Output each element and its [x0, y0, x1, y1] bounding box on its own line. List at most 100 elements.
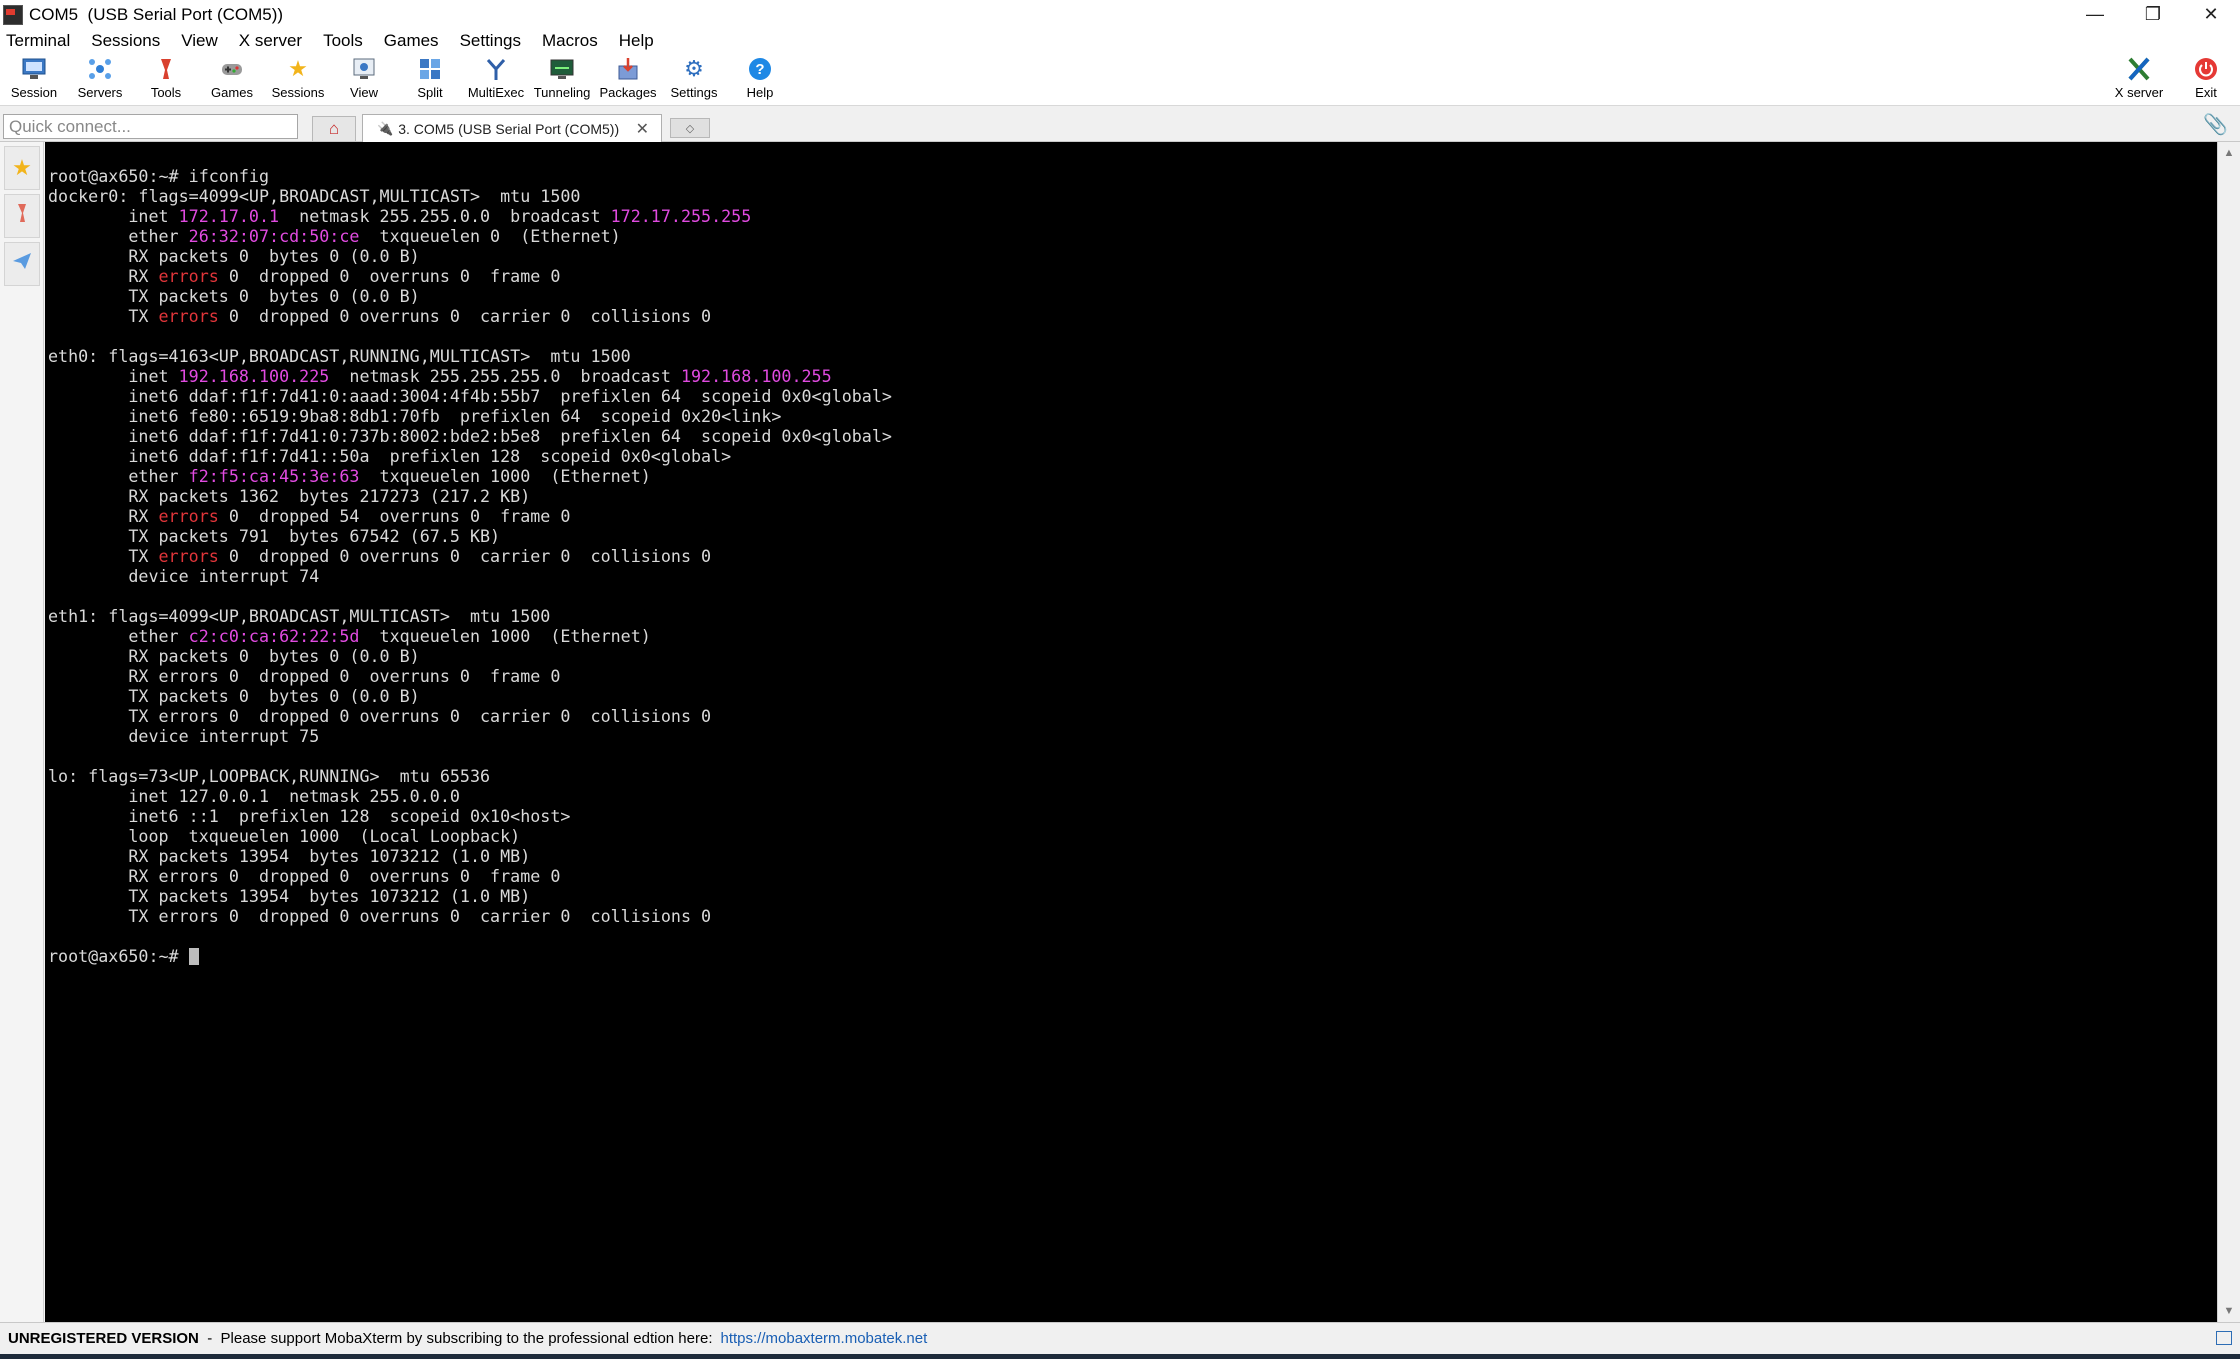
terminal-line: device interrupt 75: [48, 726, 2217, 746]
terminal-text: RX: [48, 266, 159, 286]
session-button[interactable]: Session: [1, 55, 67, 105]
settings-button[interactable]: ⚙ Settings: [661, 55, 727, 105]
status-bar: UNREGISTERED VERSION - Please support Mo…: [0, 1322, 2240, 1354]
terminal-text: eth1: flags=4099<UP,BROADCAST,MULTICAST>…: [48, 606, 551, 626]
quick-connect-input[interactable]: Quick connect...: [3, 114, 298, 139]
toolbar: Session Servers Tools Games ★ Sessions V…: [0, 53, 2240, 106]
tab-close-icon[interactable]: ✕: [636, 119, 649, 139]
notification-icon[interactable]: [2216, 1331, 2232, 1345]
exit-button[interactable]: Exit: [2173, 55, 2239, 105]
paperclip-icon[interactable]: 📎: [2203, 112, 2228, 137]
terminal-line: TX packets 0 bytes 0 (0.0 B): [48, 286, 2217, 306]
terminal-line: inet6 fe80::6519:9ba8:8db1:70fb prefixle…: [48, 406, 2217, 426]
terminal-text: RX packets 1362 bytes 217273 (217.2 KB): [48, 486, 531, 506]
terminal-scrollbar[interactable]: ▲ ▼: [2217, 142, 2240, 1322]
terminal-text: loop txqueuelen 1000 (Local Loopback): [48, 826, 521, 846]
terminal-text: inet6 fe80::6519:9ba8:8db1:70fb prefixle…: [48, 406, 782, 426]
terminal-text: ether: [48, 466, 189, 486]
menu-games[interactable]: Games: [384, 31, 439, 51]
terminal-highlight: errors: [158, 266, 219, 286]
packages-button[interactable]: Packages: [595, 55, 661, 105]
menu-view[interactable]: View: [181, 31, 218, 51]
terminal-text: TX packets 791 bytes 67542 (67.5 KB): [48, 526, 501, 546]
terminal-text: TX packets 0 bytes 0 (0.0 B): [48, 286, 420, 306]
tools-button[interactable]: Tools: [133, 55, 199, 105]
menu-x-server[interactable]: X server: [239, 31, 302, 51]
terminal-text: txqueuelen 0 (Ethernet): [359, 226, 621, 246]
terminal-line: RX packets 0 bytes 0 (0.0 B): [48, 646, 2217, 666]
terminal-text: txqueuelen 1000 (Ethernet): [359, 626, 651, 646]
restore-button[interactable]: ❐: [2124, 0, 2182, 29]
terminal-line: inet 192.168.100.225 netmask 255.255.255…: [48, 366, 2217, 386]
menu-help[interactable]: Help: [619, 31, 654, 51]
x-server-button[interactable]: X server: [2106, 55, 2172, 105]
games-button[interactable]: Games: [199, 55, 265, 105]
scroll-down-icon[interactable]: ▼: [2218, 1302, 2240, 1320]
terminal-line: TX errors 0 dropped 0 overruns 0 carrier…: [48, 546, 2217, 566]
terminal-text: TX packets 0 bytes 0 (0.0 B): [48, 686, 420, 706]
terminal-line: inet6 ::1 prefixlen 128 scopeid 0x10<hos…: [48, 806, 2217, 826]
games-icon: [218, 55, 246, 83]
terminal-highlight: errors: [158, 546, 219, 566]
terminal-line: loop txqueuelen 1000 (Local Loopback): [48, 826, 2217, 846]
terminal-text: RX packets 0 bytes 0 (0.0 B): [48, 246, 420, 266]
taskbar-edge: [0, 1354, 2240, 1359]
help-button[interactable]: ? Help: [727, 55, 793, 105]
sessions-button[interactable]: ★ Sessions: [265, 55, 331, 105]
terminal-text: lo: flags=73<UP,LOOPBACK,RUNNING> mtu 65…: [48, 766, 491, 786]
menu-settings[interactable]: Settings: [460, 31, 521, 51]
new-tab-button[interactable]: ◇: [670, 118, 710, 138]
packages-icon: [614, 55, 642, 83]
terminal-text: RX errors 0 dropped 0 overruns 0 frame 0: [48, 866, 561, 886]
mobaxterm-link[interactable]: https://mobaxterm.mobatek.net: [721, 1330, 928, 1347]
view-button[interactable]: View: [331, 55, 397, 105]
scroll-up-icon[interactable]: ▲: [2218, 144, 2240, 162]
terminal-highlight: 192.168.100.255: [680, 366, 832, 386]
terminal-text: eth0: flags=4163<UP,BROADCAST,RUNNING,MU…: [48, 346, 631, 366]
tab-bar: Quick connect... ⌂ 🔌 3. COM5 (USB Serial…: [0, 106, 2240, 142]
terminal-text: TX: [48, 306, 159, 326]
menu-terminal[interactable]: Terminal: [6, 31, 70, 51]
terminal-line: RX errors 0 dropped 0 overruns 0 frame 0: [48, 266, 2217, 286]
terminal-text: ether: [48, 626, 189, 646]
tab-com5[interactable]: 🔌 3. COM5 (USB Serial Port (COM5)) ✕: [362, 114, 662, 142]
terminal-text: device interrupt 75: [48, 726, 320, 746]
terminal-line: TX packets 13954 bytes 1073212 (1.0 MB): [48, 886, 2217, 906]
menu-tools[interactable]: Tools: [323, 31, 363, 51]
terminal-text: inet: [48, 366, 179, 386]
terminal-text: 0 dropped 0 overruns 0 carrier 0 collisi…: [218, 306, 712, 326]
servers-icon: [86, 55, 114, 83]
sidebar-tools-button[interactable]: [4, 194, 40, 238]
new-tab-icon: ◇: [685, 122, 695, 135]
menu-macros[interactable]: Macros: [542, 31, 598, 51]
split-button[interactable]: Split: [397, 55, 463, 105]
home-icon: ⌂: [328, 119, 340, 138]
servers-button[interactable]: Servers: [67, 55, 133, 105]
close-button[interactable]: ✕: [2182, 0, 2240, 29]
home-tab[interactable]: ⌂: [312, 116, 356, 141]
multiexec-icon: [482, 55, 510, 83]
sidebar-sessions-button[interactable]: ★: [4, 146, 40, 190]
terminal-highlight: 172.17.255.255: [610, 206, 752, 226]
terminal-line: inet6 ddaf:f1f:7d41::50a prefixlen 128 s…: [48, 446, 2217, 466]
terminal-text: RX errors 0 dropped 0 overruns 0 frame 0: [48, 666, 561, 686]
terminal-line: device interrupt 74: [48, 566, 2217, 586]
minimize-button[interactable]: —: [2066, 0, 2124, 29]
terminal-line: lo: flags=73<UP,LOOPBACK,RUNNING> mtu 65…: [48, 766, 2217, 786]
menu-bar: Terminal Sessions View X server Tools Ga…: [0, 29, 2240, 53]
terminal-output[interactable]: root@ax650:~# ifconfig docker0: flags=409…: [45, 142, 2217, 1322]
sidebar-macros-button[interactable]: [4, 242, 40, 286]
terminal-line: eth0: flags=4163<UP,BROADCAST,RUNNING,MU…: [48, 346, 2217, 366]
terminal-text: root@ax650:~# ifconfig: [48, 166, 270, 186]
terminal-highlight: 172.17.0.1: [178, 206, 280, 226]
terminal-line: RX errors 0 dropped 0 overruns 0 frame 0: [48, 666, 2217, 686]
terminal-highlight: c2:c0:ca:62:22:5d: [188, 626, 360, 646]
multiexec-button[interactable]: MultiExec: [463, 55, 529, 105]
menu-sessions[interactable]: Sessions: [91, 31, 160, 51]
terminal-text: ether: [48, 226, 189, 246]
terminal-highlight: errors: [158, 306, 219, 326]
tunneling-button[interactable]: Tunneling: [529, 55, 595, 105]
